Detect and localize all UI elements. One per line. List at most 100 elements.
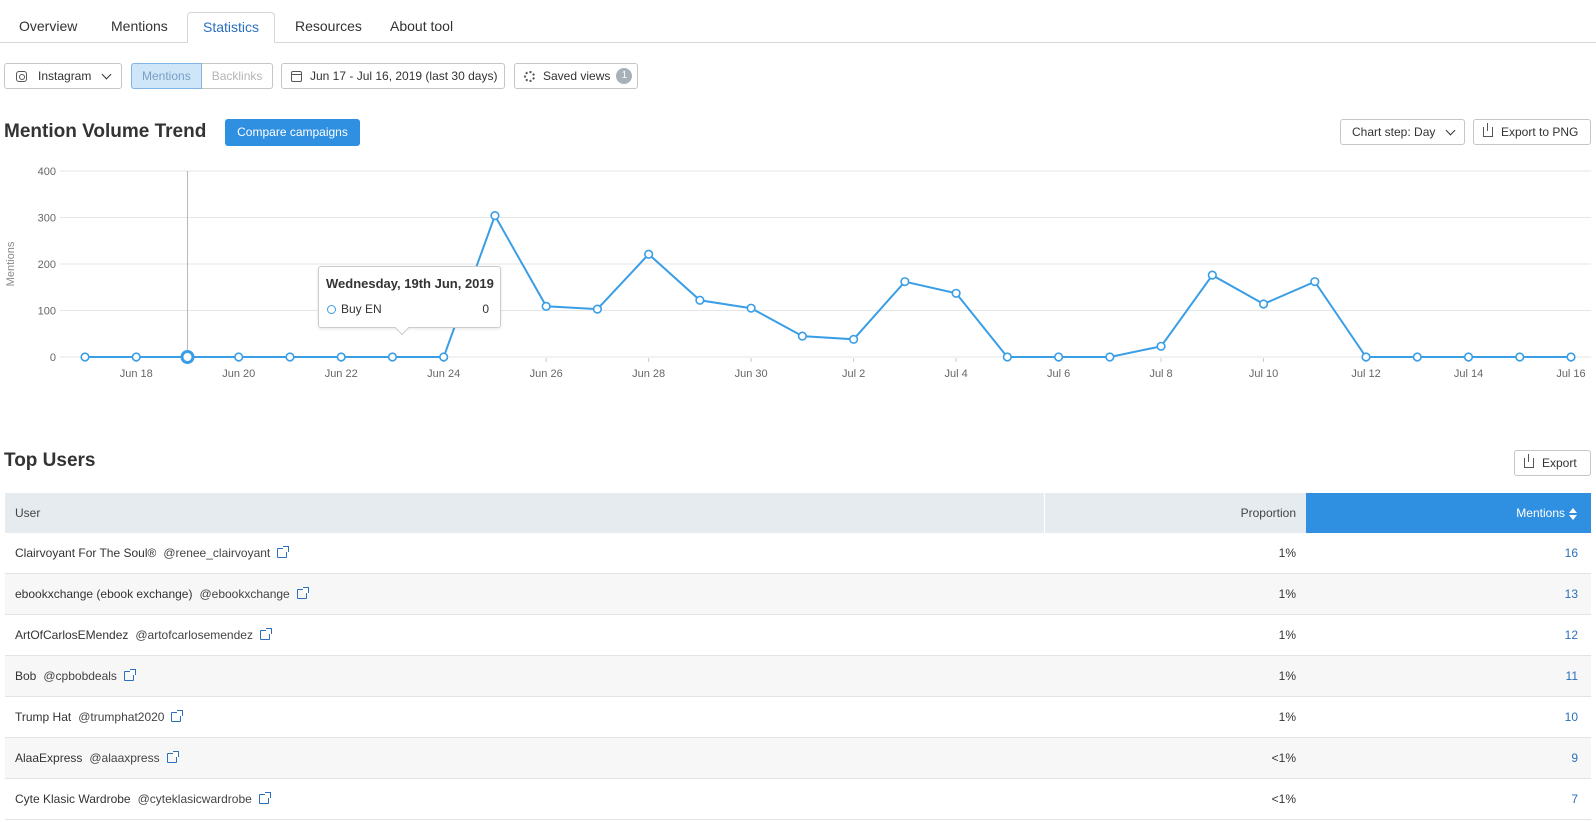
source-select[interactable]: Instagram	[4, 63, 122, 89]
x-tick-label: Jul 2	[842, 368, 865, 380]
external-link-icon[interactable]	[166, 751, 179, 763]
user-cell: Trump Hat @trumphat2020	[5, 697, 1044, 737]
user-cell: AlaaExpress @alaaxpress	[5, 738, 1044, 778]
data-point[interactable]	[439, 352, 449, 362]
data-point[interactable]	[900, 277, 910, 287]
tab-overview[interactable]: Overview	[4, 12, 92, 43]
data-point[interactable]	[1207, 270, 1217, 280]
proportion-cell: 1%	[1278, 710, 1296, 724]
user-handle: @alaaxpress	[89, 751, 160, 765]
data-point[interactable]	[695, 295, 705, 305]
column-header-mentions-label: Mentions	[1516, 506, 1565, 520]
y-axis-label: Mentions	[5, 241, 17, 286]
data-point[interactable]	[746, 303, 756, 313]
tab-bar: Overview Mentions Statistics Resources A…	[0, 0, 1596, 43]
tab-about-tool[interactable]: About tool	[375, 12, 468, 43]
external-link-icon[interactable]	[259, 628, 272, 640]
chart-step-label: Chart step: Day	[1352, 125, 1436, 139]
column-header-proportion[interactable]: Proportion	[1044, 493, 1306, 533]
highlighted-data-point[interactable]	[180, 350, 195, 364]
mentions-cell[interactable]: 12	[1306, 615, 1591, 655]
compare-campaigns-button[interactable]: Compare campaigns	[225, 119, 360, 146]
data-point[interactable]	[1258, 299, 1269, 309]
top-users-table: User Proportion Mentions Clairvoyant For…	[5, 493, 1591, 820]
data-point[interactable]	[1053, 352, 1064, 362]
external-link-icon[interactable]	[296, 587, 309, 599]
data-point[interactable]	[490, 211, 500, 221]
table-row: ArtOfCarlosEMendez @artofcarlosemendez 1% 1…	[5, 615, 1591, 656]
mentions-cell[interactable]: 16	[1306, 533, 1591, 573]
external-link-icon[interactable]	[258, 792, 271, 804]
data-point[interactable]	[80, 352, 90, 362]
data-point[interactable]	[1412, 352, 1422, 362]
export-png-button[interactable]: Export to PNG	[1473, 119, 1591, 145]
x-tick-label: Jun 24	[427, 368, 460, 380]
proportion-cell: 1%	[1278, 546, 1296, 560]
data-point[interactable]	[131, 352, 141, 362]
user-cell: ArtOfCarlosEMendez @artofcarlosemendez	[5, 615, 1044, 655]
x-tick-label: Jun 20	[222, 368, 255, 380]
backlinks-toggle-button[interactable]: Backlinks	[201, 63, 274, 89]
external-link-icon[interactable]	[171, 710, 184, 722]
data-point[interactable]	[1002, 352, 1012, 362]
proportion-cell: 1%	[1278, 628, 1296, 642]
tooltip-title: Wednesday, 19th Jun, 2019	[326, 276, 494, 291]
external-link-icon[interactable]	[277, 546, 290, 558]
column-header-mentions[interactable]: Mentions	[1306, 493, 1591, 533]
data-point[interactable]	[1310, 277, 1320, 287]
tab-mentions[interactable]: Mentions	[96, 12, 183, 43]
x-tick-label: Jul 4	[944, 368, 967, 380]
mentions-cell[interactable]: 10	[1306, 697, 1591, 737]
saved-views-button[interactable]: Saved views 1	[514, 63, 638, 89]
data-point[interactable]	[1105, 352, 1115, 362]
table-row: Bob @cpbobdeals 1% 11	[5, 656, 1591, 697]
data-point[interactable]	[1566, 352, 1576, 362]
data-point[interactable]	[592, 304, 603, 314]
column-header-user[interactable]: User	[5, 493, 1044, 533]
chevron-down-icon	[1445, 125, 1456, 135]
mentions-toggle-button[interactable]: Mentions	[131, 63, 202, 89]
x-tick-label: Jul 8	[1149, 368, 1172, 380]
data-point[interactable]	[951, 288, 961, 298]
user-name: Cyte Klasic Wardrobe	[15, 792, 131, 806]
data-point[interactable]	[1515, 352, 1525, 362]
tab-statistics[interactable]: Statistics	[187, 12, 276, 43]
external-link-icon[interactable]	[123, 669, 136, 681]
mentions-cell[interactable]: 11	[1306, 656, 1591, 696]
saved-views-count-badge: 1	[616, 68, 633, 84]
data-point[interactable]	[849, 334, 859, 344]
user-name: Clairvoyant For The Soul®	[15, 546, 157, 560]
table-row: Trump Hat @trumphat2020 1% 10	[5, 697, 1591, 738]
data-point[interactable]	[234, 352, 244, 362]
data-point[interactable]	[797, 331, 807, 341]
proportion-cell: 1%	[1278, 587, 1296, 601]
table-row: Cyte Klasic Wardrobe @cyteklasicwardrobe <…	[5, 779, 1591, 820]
gear-icon	[524, 70, 535, 82]
x-tick-label: Jun 26	[530, 368, 563, 380]
mentions-backlinks-toggle: Mentions Backlinks	[131, 63, 274, 89]
data-point[interactable]	[285, 352, 295, 362]
top-users-title: Top Users	[4, 450, 96, 471]
data-point[interactable]	[387, 352, 398, 362]
data-point[interactable]	[644, 249, 654, 259]
x-tick-label: Jun 18	[120, 368, 153, 380]
source-select-label: Instagram	[38, 69, 92, 83]
mentions-cell[interactable]: 9	[1306, 738, 1591, 778]
date-range-picker[interactable]: Jun 17 - Jul 16, 2019 (last 30 days)	[281, 63, 505, 89]
export-button[interactable]: Export	[1514, 450, 1591, 476]
user-cell: Bob @cpbobdeals	[5, 656, 1044, 696]
user-cell: Clairvoyant For The Soul® @renee_clairvoy…	[5, 533, 1044, 573]
data-point[interactable]	[1361, 352, 1371, 362]
tooltip-value: 0	[482, 302, 489, 316]
data-point[interactable]	[336, 352, 346, 362]
proportion-cell: <1%	[1271, 751, 1296, 765]
data-point[interactable]	[541, 301, 551, 311]
chevron-down-icon	[101, 69, 112, 79]
x-tick-label: Jul 14	[1454, 368, 1483, 380]
data-point[interactable]	[1463, 352, 1474, 362]
data-point[interactable]	[1156, 341, 1166, 351]
mentions-cell[interactable]: 13	[1306, 574, 1591, 614]
mentions-cell[interactable]: 7	[1306, 779, 1591, 819]
chart-step-select[interactable]: Chart step: Day	[1340, 119, 1465, 145]
tab-resources[interactable]: Resources	[280, 12, 377, 43]
